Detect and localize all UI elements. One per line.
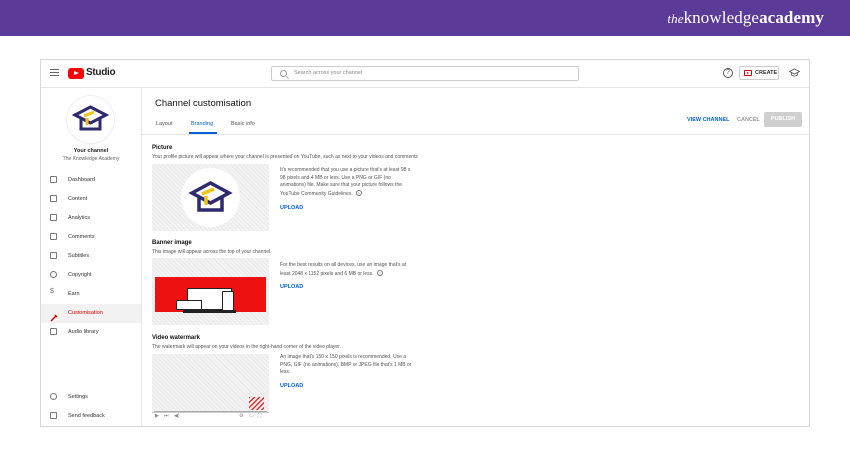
subtitles-icon bbox=[50, 252, 57, 259]
sidebar-item-audio-library[interactable]: Audio library bbox=[41, 323, 141, 342]
volume-icon: ◀) bbox=[174, 413, 180, 419]
copyright-icon bbox=[50, 271, 57, 278]
search-input[interactable]: Search across your channel bbox=[294, 70, 362, 76]
picture-description: Your profile picture will appear where y… bbox=[152, 154, 418, 160]
settings-icon bbox=[50, 393, 57, 400]
create-button[interactable]: CREATE bbox=[739, 66, 779, 80]
picture-upload-button[interactable]: UPLOAD bbox=[280, 205, 303, 211]
help-icon[interactable]: ? bbox=[723, 68, 733, 78]
cancel-button[interactable]: CANCEL bbox=[737, 117, 760, 123]
banner-description: This image will appear across the top of… bbox=[152, 249, 272, 255]
content-icon bbox=[50, 195, 57, 202]
tab-branding[interactable]: Branding bbox=[191, 121, 213, 127]
channel-name: The Knowledge Academy bbox=[62, 156, 120, 162]
search-icon bbox=[280, 70, 287, 77]
tab-basic-info[interactable]: Basic info bbox=[231, 121, 255, 127]
banner-info: For the best results on all devices, use… bbox=[280, 262, 414, 278]
picture-info: It's recommended that you use a picture … bbox=[280, 167, 414, 198]
sidebar-item-customisation[interactable]: Customisation bbox=[41, 304, 141, 323]
sidebar-item-dashboard[interactable]: Dashboard bbox=[41, 171, 141, 190]
sidebar-item-label: Customisation bbox=[68, 310, 103, 316]
audio-library-icon bbox=[50, 328, 57, 335]
laptop-device-icon bbox=[176, 300, 202, 310]
tab-layout[interactable]: Layout bbox=[156, 121, 173, 127]
play-icon: ▶ bbox=[155, 413, 159, 419]
sidebar-item-label: Content bbox=[68, 196, 88, 202]
watermark-preview: ▶ ⏭ ◀) ⚙ ▭ ⛶ bbox=[152, 354, 269, 421]
sidebar-item-label: Analytics bbox=[68, 215, 91, 221]
sidebar-item-label: Send feedback bbox=[68, 413, 105, 419]
sidebar-item-label: Copyright bbox=[68, 272, 92, 278]
sidebar-item-label: Audio library bbox=[68, 329, 99, 335]
help-icon[interactable]: ? bbox=[376, 269, 383, 276]
earn-icon: $ bbox=[50, 288, 54, 295]
sidebar-item-subtitles[interactable]: Subtitles bbox=[41, 247, 141, 266]
video-player-controls: ▶ ⏭ ◀) ⚙ ▭ ⛶ bbox=[152, 412, 269, 421]
sidebar-item-analytics[interactable]: Analytics bbox=[41, 209, 141, 228]
watermark-upload-button[interactable]: UPLOAD bbox=[280, 383, 303, 389]
sidebar-item-label: Earn bbox=[68, 291, 80, 297]
sidebar-item-send-feedback[interactable]: Send feedback bbox=[41, 407, 141, 426]
app-name: Studio bbox=[86, 67, 116, 78]
watermark-placeholder bbox=[249, 397, 264, 410]
profile-picture bbox=[181, 168, 240, 227]
picture-info-text: It's recommended that you use a picture … bbox=[280, 167, 411, 197]
studio-window: Studio Search across your channel ? CREA… bbox=[40, 59, 810, 427]
top-bar: Studio Search across your channel ? CREA… bbox=[41, 60, 809, 88]
picture-title: Picture bbox=[152, 145, 173, 151]
create-label: CREATE bbox=[755, 70, 778, 76]
sidebar-item-settings[interactable]: Settings bbox=[41, 388, 141, 407]
phone-device-icon bbox=[222, 291, 234, 311]
feedback-icon bbox=[50, 412, 57, 419]
sidebar-item-earn[interactable]: $ Earn bbox=[41, 285, 141, 304]
main-panel: Channel customisation Layout Branding Ba… bbox=[142, 88, 809, 426]
watermark-info: An image that's 150 x 150 pixels is reco… bbox=[280, 354, 412, 375]
banner-upload-button[interactable]: UPLOAD bbox=[280, 284, 303, 290]
miniplayer-icon: ▭ bbox=[249, 413, 254, 419]
analytics-icon bbox=[50, 214, 57, 221]
tabs-divider bbox=[142, 134, 809, 135]
comments-icon bbox=[50, 233, 57, 240]
knowledge-academy-logo-icon bbox=[188, 181, 233, 212]
sidebar-item-copyright[interactable]: Copyright bbox=[41, 266, 141, 285]
page-title: Channel customisation bbox=[155, 98, 252, 109]
sidebar-item-label: Dashboard bbox=[68, 177, 95, 183]
publish-button[interactable]: PUBLISH bbox=[764, 112, 802, 127]
dashboard-icon bbox=[50, 176, 57, 183]
gear-icon: ⚙ bbox=[239, 413, 244, 419]
channel-avatar[interactable] bbox=[67, 96, 114, 143]
sidebar-item-comments[interactable]: Comments bbox=[41, 228, 141, 247]
watermark-title: Video watermark bbox=[152, 335, 200, 341]
view-channel-button[interactable]: VIEW CHANNEL bbox=[687, 117, 729, 123]
menu-icon[interactable] bbox=[50, 69, 59, 76]
watermark-description: The watermark will appear on your videos… bbox=[152, 344, 341, 350]
brand-logo: theknowledgeacademy bbox=[667, 8, 824, 27]
youtube-logo-icon[interactable] bbox=[68, 68, 84, 79]
graduation-cap-icon[interactable] bbox=[789, 68, 800, 78]
next-icon: ⏭ bbox=[164, 413, 169, 419]
sidebar-item-content[interactable]: Content bbox=[41, 190, 141, 209]
sidebar-item-label: Settings bbox=[68, 394, 88, 400]
brand-banner: theknowledgeacademy bbox=[0, 0, 850, 36]
banner-preview bbox=[152, 258, 269, 325]
sidebar: Your channel The Knowledge Academy Dashb… bbox=[41, 88, 142, 426]
banner-title: Banner image bbox=[152, 240, 192, 246]
help-icon[interactable]: ? bbox=[355, 189, 362, 196]
fullscreen-icon: ⛶ bbox=[258, 413, 262, 419]
customisation-icon bbox=[50, 309, 58, 322]
picture-preview bbox=[152, 164, 269, 231]
banner-info-text: For the best results on all devices, use… bbox=[280, 262, 407, 277]
video-add-icon bbox=[744, 70, 752, 76]
sidebar-item-label: Subtitles bbox=[68, 253, 90, 259]
search-bar[interactable]: Search across your channel bbox=[271, 66, 579, 81]
sidebar-item-label: Comments bbox=[68, 234, 95, 240]
channel-title: Your channel bbox=[73, 148, 109, 154]
knowledge-academy-logo-icon bbox=[71, 105, 110, 131]
